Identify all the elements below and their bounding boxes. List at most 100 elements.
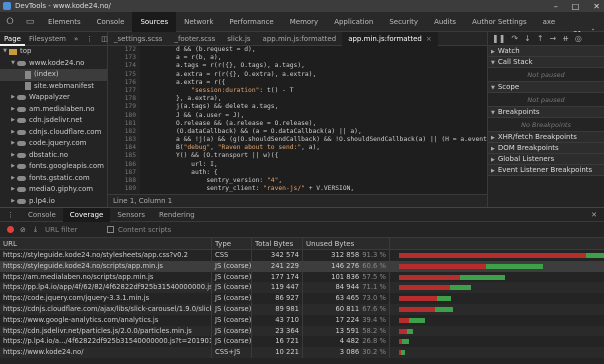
tree-item[interactable]: site.webmanifest [0,81,107,93]
editor-tab[interactable]: app.min.js:formatted [257,32,343,46]
tab-memory[interactable]: Memory [282,12,326,32]
tree-item[interactable]: ▶ Wappalyzer [0,92,107,104]
debugger-section-scope[interactable]: ▼ Scope [488,82,604,93]
tree-item[interactable]: ▶ p.lp4.io [0,196,107,208]
expand-arrow-icon[interactable]: ▼ [2,46,8,58]
expand-arrow-icon[interactable]: ▶ [10,115,16,127]
close-tab-icon[interactable]: × [426,35,432,43]
coverage-row[interactable]: https://code.jquery.com/jquery-3.3.1.min… [0,293,604,304]
tree-item[interactable]: ▶ code.jquery.com [0,138,107,150]
coverage-row[interactable]: https://styleguide.kode24.no/scripts/app… [0,260,604,272]
tree-item[interactable]: ▶ dbstatic.no [0,150,107,162]
coverage-row[interactable]: https://cdnjs.cloudflare.com/ajax/libs/s… [0,303,604,315]
tree-item[interactable]: (index) [0,69,107,81]
tree-item[interactable]: ▶ fonts.gstatic.com [0,173,107,185]
tab-audits[interactable]: Audits [426,12,464,32]
debugger-section-breakpoints[interactable]: ▼ Breakpoints [488,107,604,118]
inspect-element-icon[interactable]: ⭘ [0,12,20,32]
coverage-row[interactable]: https://p.lp4.io/a.../4f62822df925b31540… [0,336,604,348]
expand-arrow-icon[interactable]: ▶ [10,104,16,116]
url-filter-input[interactable]: URL filter [45,226,107,234]
tree-item[interactable]: ▶ cdnjs.cloudflare.com [0,127,107,139]
editor-tab[interactable]: slick.js [221,32,256,46]
navigator-menu-icon[interactable]: ⋮ [82,32,97,46]
more-tabs-icon[interactable]: » [70,32,82,46]
tree-item[interactable]: ▶ cdn.jsdelivr.net [0,115,107,127]
editor-tab[interactable]: _footer.scss [168,32,221,46]
coverage-row[interactable]: https://am.medialaben.no/scripts/app.min… [0,271,604,283]
deactivate-breakpoints-icon[interactable]: ⧺ [562,34,569,43]
coverage-row[interactable]: https://www.google-analytics.com/analyti… [0,314,604,326]
column-type[interactable]: Type [212,238,252,249]
tab-coverage[interactable]: Coverage [62,207,111,222]
coverage-row[interactable]: https://styleguide.kode24.no/stylesheets… [0,250,604,261]
editor-tabs: _settings.scss _footer.scss slick.js app… [108,31,487,46]
code-content[interactable]: d && (b.request = d), a = r(b, a), a.tags … [140,46,487,194]
step-into-icon[interactable]: ↓ [524,34,531,43]
tab-security[interactable]: Security [381,12,426,32]
expand-arrow-icon[interactable]: ▶ [10,127,16,139]
expand-arrow-icon[interactable]: ▶ [10,196,16,208]
debugger-sidebar: ❚❚ ↷ ↓ ↑ → ⧺ ◎ ▶ Watch ▼ Call Stack Not paus… [487,32,604,207]
collapsed-arrow-icon: ▶ [491,168,495,174]
maximize-icon[interactable]: □ [572,2,580,11]
pause-on-exceptions-icon[interactable]: ◎ [575,34,582,43]
column-total-bytes[interactable]: Total Bytes [252,238,303,249]
tab-filesystem[interactable]: Filesystem [25,32,70,46]
tree-item[interactable]: ▶ fonts.googleapis.com [0,161,107,173]
expand-arrow-icon[interactable]: ▼ [10,58,16,70]
close-drawer-icon[interactable]: ✕ [584,208,604,222]
tab-author-settings[interactable]: Author Settings [464,12,535,32]
editor-tab-active[interactable]: app.min.js:formatted × [342,31,438,46]
tree-item[interactable]: ▼ www.kode24.no [0,58,107,70]
record-icon[interactable] [7,226,14,233]
column-url[interactable]: URL [0,238,212,249]
tab-rendering[interactable]: Rendering [152,208,202,222]
tab-sensors[interactable]: Sensors [110,208,152,222]
debugger-section-watch[interactable]: ▶ Watch [488,46,604,57]
tab-console[interactable]: Console [89,12,133,32]
debugger-section-global-listeners[interactable]: ▶ Global Listeners [488,154,604,165]
pause-icon[interactable]: ❚❚ [492,34,505,43]
tab-performance[interactable]: Performance [221,12,281,32]
tab-axe[interactable]: axe [535,12,564,32]
coverage-row[interactable]: https://www.kode24.no/CSS+JS 10 221 3 086 3… [0,347,604,358]
step-out-icon[interactable]: ↑ [537,34,544,43]
tab-sources[interactable]: Sources [132,11,177,32]
close-icon[interactable]: ✕ [593,2,600,11]
tab-application[interactable]: Application [326,12,381,32]
content-scripts-checkbox[interactable] [106,226,114,233]
tree-item[interactable]: ▼ top [0,46,107,58]
expand-arrow-icon[interactable]: ▶ [10,150,16,162]
column-usage[interactable] [390,238,604,249]
debugger-section-dom-breakpoints[interactable]: ▶ DOM Breakpoints [488,143,604,154]
tab-page[interactable]: Page [0,32,25,46]
tab-network[interactable]: Network [176,12,221,32]
column-unused-bytes[interactable]: Unused Bytes [303,238,390,249]
coverage-row[interactable]: https://pp.lp4.io/app/4f/62/82/4f62822df… [0,282,604,294]
debugger-section-call-stack[interactable]: ▼ Call Stack [488,57,604,68]
tab-elements[interactable]: Elements [40,12,89,32]
expand-arrow-icon[interactable]: ▶ [10,138,16,150]
tab-console[interactable]: Console [21,208,63,222]
expand-arrow-icon[interactable]: ▶ [10,173,16,185]
content-scripts-label: Content scripts [117,225,172,234]
type-cell: JS (coarse) [212,336,252,348]
clear-icon[interactable]: ⊘ [20,226,26,234]
step-icon[interactable]: → [550,34,557,43]
minimize-icon[interactable]: – [554,2,558,11]
expand-arrow-icon[interactable]: ▶ [10,184,16,196]
debugger-section-event-listener-breakpoints[interactable]: ▶ Event Listener Breakpoints [488,165,604,176]
export-icon[interactable]: ⤓ [34,225,37,234]
drawer-menu-icon[interactable]: ⋮ [0,208,21,222]
expand-arrow-icon[interactable]: ▶ [10,92,16,104]
editor-tab[interactable]: _settings.scss [108,32,168,46]
coverage-row[interactable]: https://cdn.jsdelivr.net/particles.js/2.… [0,325,604,337]
device-toolbar-icon[interactable]: ▭ [20,12,40,32]
expand-arrow-icon[interactable]: ▶ [10,161,16,173]
step-over-icon[interactable]: ↷ [511,34,518,43]
debugger-section-xhr-fetch-breakpoints[interactable]: ▶ XHR/fetch Breakpoints [488,132,604,143]
tree-item[interactable]: ▶ am.medialaben.no [0,104,107,116]
tree-item[interactable]: ▶ media0.giphy.com [0,184,107,196]
devtools-icon [3,2,11,10]
